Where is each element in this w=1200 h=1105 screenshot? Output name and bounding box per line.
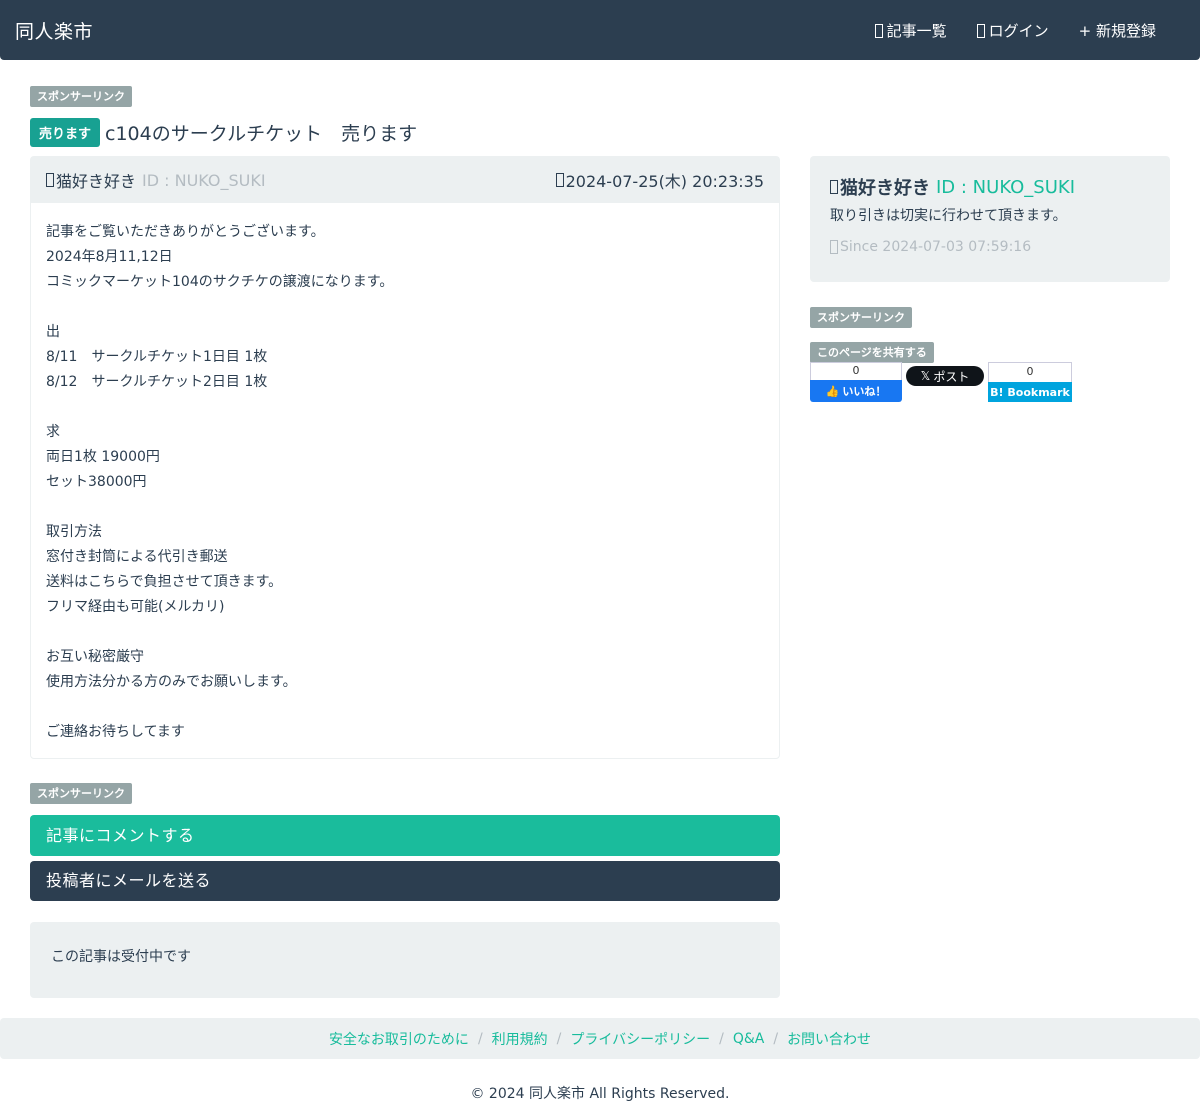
nav-item-articles-label: 記事一覧: [886, 22, 947, 40]
post-body-line: [46, 620, 764, 645]
facebook-like-button[interactable]: 0 👍 いいね！: [810, 362, 902, 402]
post-body-line: セット38000円: [46, 474, 147, 490]
footer-separator: /: [556, 1030, 562, 1047]
profile-id: ID : NUKO_SUKI: [936, 176, 1076, 198]
profile-since-value: Since 2024-07-03 07:59:16: [840, 239, 1032, 255]
list-icon: [874, 23, 883, 38]
post-body-line: 両日1枚 19000円: [46, 449, 160, 465]
post-body-line: 8/11 サークルチケット1日目 1枚: [46, 349, 268, 365]
post-title-row: 売ります c104のサークルチケット 売ります: [30, 118, 417, 147]
nav-item-register[interactable]: + 新規登録: [1079, 20, 1156, 41]
profile-since: Since 2024-07-03 07:59:16: [830, 239, 1150, 255]
post-date-value: 2024-07-25(木) 20:23:35: [565, 172, 764, 191]
status-well: この記事は受付中です: [30, 922, 780, 998]
post-body-line: コミックマーケット104のサクチケの譲渡になります。: [46, 274, 394, 290]
footer-separator: /: [719, 1030, 724, 1047]
profile-card: 猫好き好き ID : NUKO_SUKI 取り引きは切実に行わせて頂きます。 S…: [810, 156, 1170, 282]
post-author-id: ID : NUKO_SUKI: [142, 170, 266, 190]
nav-links: 記事一覧 ログイン + 新規登録: [874, 20, 1156, 41]
share-buttons: 0 👍 いいね！ 𝕏 ポスト 0 B! Bookmark: [810, 362, 1072, 402]
post-body-line: [46, 395, 764, 420]
post-body-line: [46, 695, 764, 720]
hatena-bookmark-count: 0: [988, 362, 1072, 382]
post-body-line: 8/12 サークルチケット2日目 1枚: [46, 374, 268, 390]
post-body-line: 送料はこちらで負担させて頂きます。: [46, 574, 283, 590]
x-logo-icon: 𝕏: [920, 369, 931, 383]
profile-name[interactable]: 猫好き好き: [840, 174, 930, 200]
nav-item-register-label: + 新規登録: [1078, 22, 1156, 40]
user-icon: [830, 180, 838, 194]
post-body-line: ご連絡お待ちしてます: [46, 724, 185, 740]
profile-name-row: 猫好き好き ID : NUKO_SUKI: [830, 174, 1150, 200]
post-body-line: 出: [46, 324, 60, 340]
comment-button[interactable]: 記事にコメントする: [30, 815, 780, 856]
post-body-line: 記事をご覧いただきありがとうございます。: [46, 224, 325, 240]
post-body-line: 取引方法: [46, 524, 102, 540]
navbar: 同人楽市 記事一覧 ログイン + 新規登録: [0, 0, 1200, 60]
nav-item-articles[interactable]: 記事一覧: [874, 20, 947, 41]
footer-separator: /: [477, 1030, 483, 1047]
footer-link[interactable]: Q&A: [733, 1031, 765, 1047]
clock-icon: [555, 173, 564, 187]
sponsor-label-bottom: スポンサーリンク: [30, 783, 132, 804]
post-author-name: 猫好き好き: [56, 172, 137, 191]
footer-link[interactable]: 利用規約: [492, 1029, 548, 1049]
post-body-line: [46, 295, 764, 320]
calendar-icon: [830, 240, 838, 254]
sponsor-label-sidebar: スポンサーリンク: [810, 307, 912, 328]
facebook-like-count: 0: [810, 362, 902, 380]
user-icon: [46, 173, 54, 187]
facebook-like-label: いいね！: [842, 385, 887, 398]
post-author[interactable]: 猫好き好き ID : NUKO_SUKI: [46, 168, 266, 192]
login-icon: [976, 23, 985, 38]
post-body: 記事をご覧いただきありがとうございます。 2024年8月11,12日コミックマーケ…: [31, 203, 779, 745]
sell-badge: 売ります: [30, 118, 101, 147]
post-body-line: フリマ経由も可能(メルカリ): [46, 599, 225, 615]
sponsor-label-top: スポンサーリンク: [30, 86, 132, 107]
hatena-bookmark-btn[interactable]: B! Bookmark: [988, 382, 1072, 402]
post-date: 2024-07-25(木) 20:23:35: [555, 168, 764, 192]
post-body-line: お互い秘密厳守: [46, 649, 144, 665]
footer-separator: /: [773, 1030, 779, 1047]
profile-bio: 取り引きは切実に行わせて頂きます。: [830, 208, 1067, 224]
share-label: このページを共有する: [810, 342, 934, 363]
post-body-line: 窓付き封筒による代引き郵送: [46, 549, 228, 565]
nav-item-login-label: ログイン: [988, 22, 1049, 40]
thumbs-up-icon: 👍: [825, 384, 840, 398]
post-body-line: 求: [46, 424, 60, 440]
post-body-line: 使用方法分かる方のみでお願いします。: [46, 674, 297, 690]
x-post-button[interactable]: 𝕏 ポスト: [906, 366, 984, 386]
copyright: © 2024 同人楽市 All Rights Reserved.: [470, 1086, 730, 1102]
post-panel-header: 猫好き好き ID : NUKO_SUKI 2024-07-25(木) 20:23…: [31, 157, 779, 203]
post-panel: 猫好き好き ID : NUKO_SUKI 2024-07-25(木) 20:23…: [30, 156, 780, 759]
x-post-label: ポスト: [933, 369, 970, 384]
footer-link[interactable]: 安全なお取引のために: [329, 1029, 469, 1049]
site-brand[interactable]: 同人楽市: [15, 17, 93, 44]
facebook-like-btn[interactable]: 👍 いいね！: [810, 380, 902, 402]
status-text: この記事は受付中です: [51, 949, 191, 965]
post-body-line: 2024年8月11,12日: [46, 249, 173, 265]
footer-link[interactable]: プライバシーポリシー: [570, 1029, 710, 1049]
hatena-bookmark-button[interactable]: 0 B! Bookmark: [988, 362, 1072, 402]
nav-item-login[interactable]: ログイン: [976, 20, 1049, 41]
footer-link[interactable]: お問い合わせ: [787, 1029, 871, 1049]
post-title: c104のサークルチケット 売ります: [105, 123, 418, 145]
send-mail-button[interactable]: 投稿者にメールを送る: [30, 861, 780, 901]
post-body-line: [46, 495, 764, 520]
footer-links: 安全なお取引のために / 利用規約 / プライバシーポリシー / Q&A / お問い合わせ: [0, 1018, 1200, 1059]
